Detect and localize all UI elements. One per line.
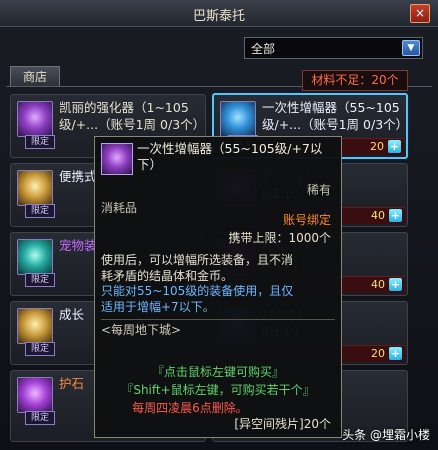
tooltip-description: 使用后，可以增幅所选装备，且不消 耗矛盾的结晶体和金币。 只能对55~105级的… — [101, 253, 294, 314]
tooltip-reset-notice: 每周四凌晨6点删除。 — [132, 401, 248, 415]
tooltip-carry-limit: 携带上限：1000个 — [228, 231, 331, 245]
limited-badge: 限定 — [25, 411, 55, 425]
limited-badge: 限定 — [25, 204, 55, 218]
item-tooltip: 一次性增幅器（55~105级/+7以下） 稀有 消耗品 账号绑定 携带上限：10… — [94, 136, 342, 438]
material-shortage-badge: 材料不足：20个 — [302, 70, 408, 91]
price-value: 40 — [371, 278, 385, 291]
talisman-icon — [17, 377, 53, 413]
tooltip-cost: [异空间残片]20个 — [234, 417, 331, 431]
tooltip-divider — [101, 319, 335, 320]
amplifier-icon — [220, 101, 256, 137]
title-bar[interactable]: 巴斯泰托 × — [0, 0, 438, 27]
amplifier-icon — [101, 143, 133, 175]
portable-box-icon — [17, 170, 53, 206]
tooltip-hint-buy-many: 『Shift+鼠标左键，可购买若干个』 — [121, 383, 315, 397]
pet-equipment-icon — [17, 239, 53, 275]
category-filter-dropdown[interactable]: 全部 ▼ — [244, 37, 423, 59]
watermark-text: 头条 @埋霜小楼 — [342, 428, 430, 442]
tooltip-bind-type: 账号绑定 — [282, 213, 331, 227]
tooltip-item-name: 一次性增幅器（55~105级/+7以下） — [137, 141, 323, 172]
window-title: 巴斯泰托 — [192, 9, 245, 24]
limited-badge: 限定 — [25, 342, 55, 356]
price-value: 40 — [371, 209, 385, 222]
shop-window: 巴斯泰托 × 全部 ▼ 商店 材料不足：20个 限定 凯丽的强化器（1~105 … — [0, 0, 438, 450]
plus-icon[interactable]: + — [389, 347, 402, 360]
item-name: 凯丽的强化器（1~105 级/+...（账号1周 0/3个） — [59, 100, 206, 132]
tooltip-hint-buy: 『点击鼠标左键可购买』 — [151, 365, 284, 379]
chevron-down-icon[interactable]: ▼ — [402, 40, 420, 56]
purple-amulet-icon — [17, 101, 53, 137]
close-button[interactable]: × — [410, 4, 430, 23]
tooltip-category: 消耗品 — [101, 201, 138, 215]
limited-badge: 限定 — [25, 135, 55, 149]
tooltip-source: <每周地下城> — [101, 323, 182, 337]
dropdown-selected-value: 全部 — [251, 42, 276, 56]
limited-badge: 限定 — [25, 273, 55, 287]
item-name: 一次性增幅器（55~105 级/+...（账号1周 0/3个） — [262, 100, 408, 132]
growth-item-icon — [17, 308, 53, 344]
price-value: 20 — [371, 347, 385, 360]
plus-icon[interactable]: + — [389, 278, 402, 291]
price-value: 20 — [370, 140, 384, 153]
plus-icon[interactable]: + — [389, 209, 402, 222]
tab-shop[interactable]: 商店 — [10, 66, 60, 87]
tooltip-rarity: 稀有 — [306, 183, 331, 197]
plus-icon[interactable]: + — [388, 140, 401, 153]
